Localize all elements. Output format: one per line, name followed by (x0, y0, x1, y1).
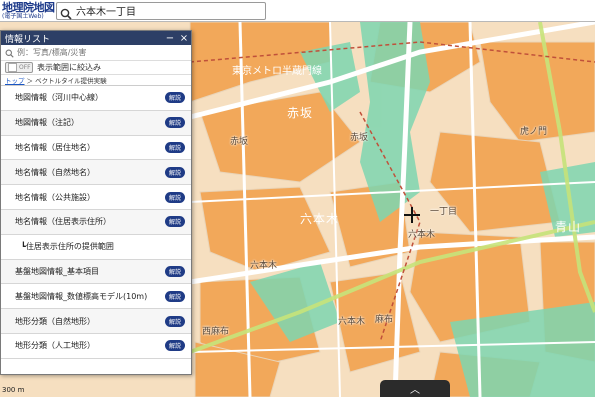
map-label-itchome: 一丁目 (430, 207, 458, 217)
list-item[interactable]: 地図情報（注記） 解説 (1, 110, 191, 136)
map-label-roppongi: 六本木 (300, 212, 340, 226)
explanation-button[interactable]: 解説 (165, 290, 185, 302)
map-label-azabu: 麻布 (375, 315, 394, 325)
explanation-button[interactable]: 解説 (165, 315, 185, 327)
list-item-label: 地名情報（居住地名） (15, 142, 95, 152)
list-item[interactable]: 地名情報（住居表示住所） 解説 (1, 209, 191, 235)
map-label-akasaka-3: 赤坂 (230, 137, 249, 147)
toggle-label: OFF (19, 64, 31, 71)
chevron-up-icon: ︿ (410, 385, 420, 396)
list-item-label: 地図情報（河川中心線） (15, 93, 103, 103)
search-icon (5, 43, 14, 62)
list-item-label: 基盤地図情報_数値標高モデル(10m) (15, 291, 148, 301)
explanation-button[interactable]: 解説 (165, 216, 185, 228)
panel-title: 情報リスト (5, 34, 51, 45)
list-item[interactable]: 地形分類（自然地形） 解説 (1, 309, 191, 334)
map-label-metro-line: 東京メトロ半蔵門線 (232, 66, 322, 77)
site-logo[interactable]: 地理院地図 (電子国土Web) (0, 0, 56, 22)
map-label-nishiazabu: 西麻布 (202, 327, 230, 337)
map-scale: 300 m (2, 386, 25, 394)
explanation-button[interactable]: 解説 (165, 166, 185, 178)
list-item[interactable]: 地形分類（人工地形） 解説 (1, 334, 191, 359)
list-item[interactable]: 基盤地図情報_数値標高モデル(10m) 解説 (1, 284, 191, 310)
list-item-label: 基盤地図情報_基本項目 (15, 266, 99, 276)
center-crosshair-icon (404, 207, 420, 223)
panel-header: 情報リスト − × (1, 31, 191, 45)
close-button[interactable]: × (177, 33, 191, 44)
search-input[interactable] (76, 5, 256, 16)
search-icon[interactable] (60, 5, 72, 20)
list-item-label: 地名情報（自然地名） (15, 167, 95, 177)
panel-search-row (1, 45, 191, 61)
list-item[interactable]: 基盤地図情報_基本項目 解説 (1, 259, 191, 285)
list-item-label: ┗住居表示住所の提供範囲 (21, 242, 114, 252)
map-label-toranomon: 虎ノ門 (520, 127, 548, 137)
explanation-button[interactable]: 解説 (165, 92, 185, 104)
top-bar: 地理院地図 (電子国土Web) (0, 0, 595, 22)
list-item-label: 地図情報（注記） (15, 118, 79, 128)
breadcrumb-current: ＞ ベクトルタイル提供実験 (26, 77, 107, 85)
list-item[interactable]: 地図情報（河川中心線） 解説 (1, 86, 191, 111)
map-label-aoyama: 青山 (555, 220, 582, 234)
filter-row: OFF 表示範囲に絞込み (1, 61, 191, 75)
place-search-box[interactable] (56, 1, 266, 20)
explanation-button[interactable]: 解説 (165, 191, 185, 203)
list-item[interactable]: 地名情報（自然地名） 解説 (1, 160, 191, 186)
list-item[interactable]: ┗住居表示住所の提供範囲 (1, 235, 191, 260)
filter-label: 表示範囲に絞込み (37, 63, 101, 72)
toggle-knob (8, 63, 17, 72)
layer-list: 地図情報（河川中心線） 解説 地図情報（注記） 解説 地名情報（居住地名） 解説 地名… (1, 86, 191, 359)
list-item-label: 地形分類（自然地形） (15, 316, 95, 326)
list-item-label: 地名情報（住居表示住所） (15, 217, 111, 227)
logo-subtitle: (電子国土Web) (2, 12, 44, 20)
minimize-button[interactable]: − (163, 33, 177, 44)
explanation-button[interactable]: 解説 (165, 265, 185, 277)
explanation-button[interactable]: 解説 (165, 117, 185, 129)
map-label-roppongi-4: 六本木 (250, 261, 278, 271)
list-item-label: 地形分類（人工地形） (15, 341, 95, 351)
app-root: 地理院地図 (電子国土Web) 六本木一丁目 東京メトロ半蔵門線 赤坂 赤坂 六… (0, 0, 595, 397)
map-label-akasaka-2: 赤坂 (350, 133, 369, 143)
list-item[interactable]: 地名情報（居住地名） 解説 (1, 136, 191, 161)
filter-toggle[interactable]: OFF (5, 62, 33, 73)
info-list-panel: 情報リスト − × OFF 表示範囲に絞込み トップ ＞ ベクトルタイル提供実験… (0, 30, 192, 375)
explanation-button[interactable]: 解説 (165, 141, 185, 153)
bottom-panel-toggle[interactable]: ︿ (380, 380, 450, 397)
logo-title: 地理院地図 (2, 0, 55, 14)
breadcrumb: トップ ＞ ベクトルタイル提供実験 (1, 75, 191, 86)
list-item-label: 地名情報（公共施設） (15, 192, 95, 202)
panel-search-input[interactable] (17, 48, 177, 57)
map-label-roppongi-3: 六本木 (338, 317, 366, 327)
map-label-roppongi-2: 六本木 (408, 230, 436, 240)
explanation-button[interactable]: 解説 (165, 340, 185, 352)
list-item[interactable]: 地名情報（公共施設） 解説 (1, 185, 191, 210)
breadcrumb-top-link[interactable]: トップ (5, 75, 25, 85)
map-label-akasaka: 赤坂 (287, 106, 314, 120)
